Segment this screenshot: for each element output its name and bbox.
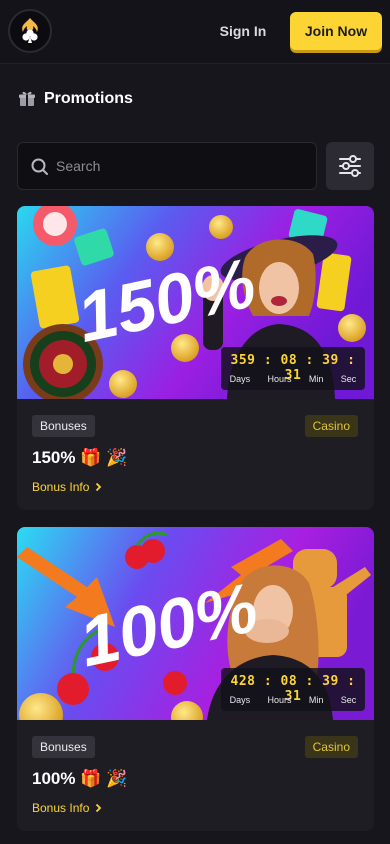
countdown-units: Days Hours Min Sec [221,374,365,384]
timer-min: 39 [322,674,339,689]
offer-title: 150% 🎁 🎉 [32,448,128,467]
bonus-info-label: Bonus Info [32,801,90,815]
bonus-info-label: Bonus Info [32,480,90,494]
unit-sec: Sec [340,695,357,705]
unit-min: Min [308,374,324,384]
unit-hours: Hours [267,374,292,384]
search-box[interactable] [17,142,317,190]
page-title: Promotions [18,88,133,110]
sliders-icon [339,155,361,177]
type-badge: Casino [304,736,358,758]
timer-days: 428 [230,674,256,689]
category-badge: Bonuses [32,415,95,437]
gift-icon [19,91,35,106]
category-badge: Bonuses [32,736,95,758]
promotion-banner[interactable]: 150% 359 : 08 : 39 : 31 Days Hours Min S… [17,206,374,399]
search-input[interactable] [56,143,306,189]
unit-sec: Sec [340,374,357,384]
promotions-heading: Promotions [44,90,133,107]
search-icon [31,158,48,175]
bonus-info-link[interactable]: Bonus Info [32,801,102,815]
countdown-timer: 359 : 08 : 39 : 31 Days Hours Min Sec [221,347,365,390]
promotion-card[interactable]: 150% 359 : 08 : 39 : 31 Days Hours Min S… [17,206,374,510]
unit-days: Days [229,374,251,384]
timer-hours: 08 [280,353,298,368]
countdown-timer: 428 : 08 : 39 : 31 Days Hours Min Sec [221,668,365,711]
timer-min: 39 [322,353,339,368]
unit-min: Min [308,695,324,705]
countdown-units: Days Hours Min Sec [221,695,365,705]
type-badge: Casino [304,415,358,437]
bonus-info-link[interactable]: Bonus Info [32,480,102,494]
app-header: Sign In Join Now [0,0,390,64]
unit-hours: Hours [267,695,292,705]
club-flame-logo-icon[interactable] [8,9,52,53]
filter-button[interactable] [326,142,374,190]
offer-title: 100% 🎁 🎉 [32,769,128,788]
unit-days: Days [229,695,251,705]
chevron-right-icon [96,803,102,813]
promotion-banner[interactable]: 100% 428 : 08 : 39 : 31 Days Hours Min S… [17,527,374,720]
join-now-button[interactable]: Join Now [290,12,382,50]
timer-hours: 08 [280,674,298,689]
promotion-card[interactable]: 100% 428 : 08 : 39 : 31 Days Hours Min S… [17,527,374,831]
sign-in-button[interactable]: Sign In [212,16,274,46]
timer-days: 359 [230,353,256,368]
chevron-right-icon [96,482,102,492]
